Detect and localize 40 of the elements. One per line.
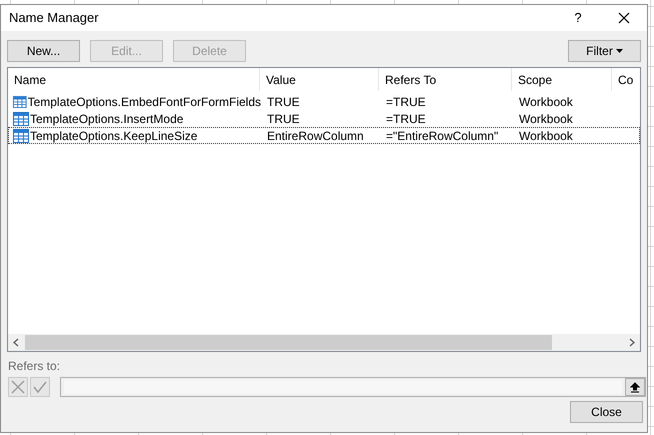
- table-cell-text: Workbook: [519, 94, 573, 110]
- table-cell-text: =TRUE: [386, 110, 426, 128]
- column-header[interactable]: Name: [8, 68, 260, 91]
- name-row[interactable]: TemplateOptions.EmbedFontForFormFields TRUE =TRUE Workbook: [8, 93, 640, 110]
- table-cell-text: =TRUE: [386, 94, 426, 110]
- upload-arrow-icon: [630, 382, 640, 392]
- dropdown-arrow-icon: [616, 49, 623, 53]
- horizontal-scrollbar[interactable]: [8, 334, 640, 351]
- table-cell-text: TRUE: [267, 94, 300, 110]
- close-icon: [618, 12, 630, 24]
- column-header[interactable]: Value: [260, 68, 379, 91]
- name-row[interactable]: TemplateOptions.KeepLineSize EntireRowColumn ="EntireRowColumn" Workbook: [8, 127, 640, 144]
- filter-button[interactable]: Filter: [568, 40, 641, 62]
- table-cell-text: Workbook: [519, 128, 573, 144]
- column-header[interactable]: Scope: [512, 68, 612, 91]
- confirm-button[interactable]: [30, 377, 50, 397]
- checkmark-icon: [33, 380, 47, 394]
- table-icon: [13, 112, 29, 126]
- scrollbar-thumb[interactable]: [25, 335, 552, 350]
- column-header[interactable]: Refers To: [379, 68, 512, 91]
- cancel-button[interactable]: [8, 377, 28, 397]
- action-button[interactable]: New...: [7, 40, 80, 62]
- refers-to-field[interactable]: [60, 377, 646, 397]
- table-cell-text: TRUE: [267, 110, 300, 128]
- help-button[interactable]: ?: [555, 5, 601, 31]
- table-cell-text: TemplateOptions.EmbedFontForFormFields: [28, 94, 261, 110]
- table-cell-text: Workbook: [519, 110, 573, 128]
- window-title: Name Manager: [9, 9, 99, 28]
- table-cell-text: TemplateOptions.KeepLineSize: [30, 128, 198, 144]
- table-cell-text: ="EntireRowColumn": [386, 128, 498, 144]
- column-header[interactable]: Co: [612, 68, 640, 91]
- table-icon: [13, 128, 29, 142]
- refers-to-label: Refers to:: [8, 358, 60, 375]
- close-dialog-button[interactable]: Close: [570, 401, 643, 423]
- table-cell-text: TemplateOptions.InsertMode: [30, 110, 184, 128]
- cross-icon: [11, 380, 25, 394]
- collapse-button[interactable]: [625, 378, 645, 396]
- table-icon: [13, 94, 27, 108]
- table-cell-text: EntireRowColumn: [267, 128, 364, 144]
- name-row[interactable]: TemplateOptions.InsertMode TRUE =TRUE Workbook: [8, 110, 640, 127]
